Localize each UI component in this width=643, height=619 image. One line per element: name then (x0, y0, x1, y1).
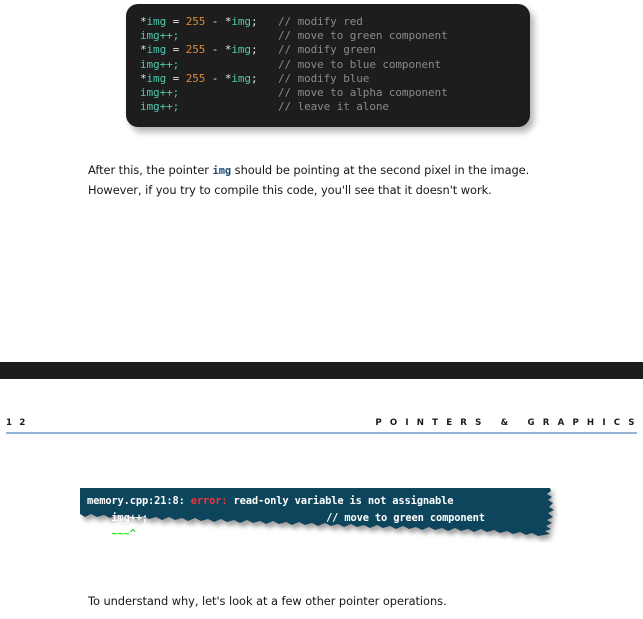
code-line: img++; // move to blue component (140, 58, 530, 72)
code-comment: // move to green component (278, 29, 448, 43)
paragraph-understand: To understand why, let's look at a few o… (88, 594, 447, 609)
code-comment: // leave it alone (278, 100, 389, 114)
compiler-error-surface (80, 488, 558, 543)
code-comment: // modify blue (278, 71, 370, 85)
code-comment: // move to alpha component (278, 86, 448, 100)
running-head: 1 2 P O I N T E R S & G R A P H I C S (0, 418, 643, 438)
code-line: img++; // leave it alone (140, 100, 530, 114)
code-comment: // move to blue component (278, 57, 442, 71)
paragraph-after-code: After this, the pointer img should be po… (88, 161, 558, 200)
running-head-title: P O I N T E R S & G R A P H I C S (375, 418, 637, 428)
paragraph-text-part1: After this, the pointer (88, 163, 213, 178)
torn-paper-shape (80, 488, 554, 536)
code-comment: // modify red (278, 15, 363, 28)
code-line: *img = 255 - *img;// modify red (140, 15, 363, 28)
code-statement: img++; (140, 57, 180, 71)
running-head-rule (6, 432, 637, 434)
code-line: *img = 255 - *img;// modify green (140, 43, 376, 57)
compiler-error-block: memory.cpp:21:8: error: read-only variab… (80, 488, 558, 550)
code-comment: // modify green (278, 43, 376, 57)
page-separator-band (0, 362, 643, 379)
code-block-pointer-increment: *img = 255 - *img;// modify red img++; //… (126, 4, 530, 127)
code-statement: img++; (140, 86, 180, 100)
page-number-folio: 1 2 (6, 418, 28, 428)
code-statement: img++; (140, 29, 180, 43)
code-statement: img++; (140, 100, 180, 114)
code-line: img++; // move to green component (140, 29, 530, 43)
code-line: *img = 255 - *img;// modify blue (140, 71, 370, 85)
inline-code-img: img (212, 165, 232, 178)
code-line: img++; // move to alpha component (140, 86, 530, 100)
